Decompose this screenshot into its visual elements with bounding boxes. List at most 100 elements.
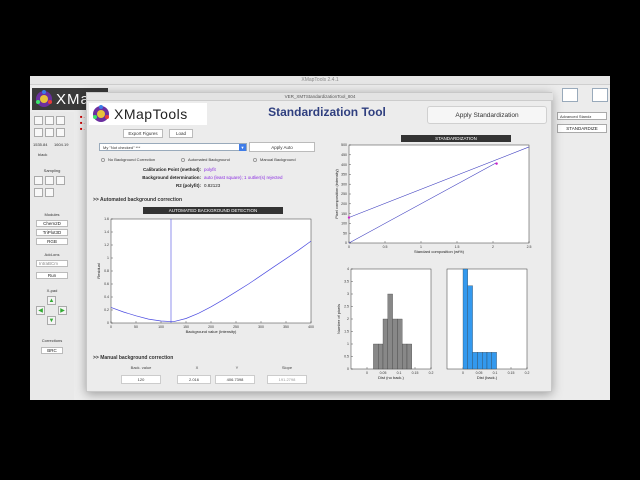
main-window-titlebar[interactable]: XMapTools 2.4.1 — [30, 76, 610, 85]
y-tick-label: 0 — [347, 367, 349, 371]
toolbar-button[interactable] — [562, 88, 578, 102]
radio-label: Manual Background — [260, 157, 296, 162]
line-sampling-icon[interactable] — [34, 176, 43, 185]
radio-automated-background[interactable]: Automated Background — [181, 157, 230, 162]
slope-input[interactable]: 191.2798 — [267, 375, 307, 384]
apply-standardization-button[interactable]: Apply Standardization — [427, 106, 547, 124]
rgb-button[interactable]: RGB — [36, 238, 68, 245]
value-left[interactable]: 1535.84 — [33, 142, 47, 147]
chart-title: AUTOMATED BACKGROUND DETECTION — [143, 207, 283, 214]
x-axis-label: Background value (Intensity) — [186, 329, 237, 334]
toolbar-button[interactable] — [592, 88, 608, 102]
main-logo-text: XMa — [56, 91, 90, 108]
hist-no-back-chart[interactable]: 0 0.05 0.1 0.15 0.200.511.522.533.54Dist (no… — [331, 265, 443, 387]
chem2d-button[interactable]: Chem2D — [36, 220, 68, 227]
left-content: My "Not checked" *** ▼ Apply Auto No Bac… — [91, 139, 327, 383]
chevron-down-icon: ▼ — [239, 144, 246, 151]
histogram-bar — [467, 285, 473, 370]
advanced-standz-dropdown[interactable]: Advanced Standz — [557, 112, 607, 120]
left-tool-panel: 1535.84 1604.19 black Sampling Modules C… — [30, 112, 74, 400]
auto-section-title: >> Automated background correction — [93, 197, 182, 203]
arrow-right-icon[interactable]: ▶ — [58, 306, 67, 315]
hist-back-chart[interactable]: 0 0.05 0.1 0.15 0.2Dist (back.) — [439, 265, 551, 387]
y-tick-label: 1 — [107, 256, 109, 260]
radio-no-background[interactable]: No Background Correction — [101, 157, 155, 162]
y-tick-label: 0 — [107, 321, 109, 325]
apply-auto-button[interactable]: Apply Auto — [249, 142, 315, 152]
y-tick-label: 50 — [343, 231, 347, 235]
x-tick-label: 50 — [134, 325, 138, 329]
y-tick-label: 400 — [341, 163, 347, 167]
back-value-input[interactable]: 120 — [121, 375, 161, 384]
tab-export-figures[interactable]: Export Figures — [123, 129, 163, 138]
radio-manual-background[interactable]: Manual Background — [253, 157, 296, 162]
xmaptools-logo-icon — [36, 90, 52, 107]
addons-label: Add-ons — [44, 252, 60, 257]
standardization-dialog: VER_XMTStandardizationTool_804 XMapTools… — [86, 92, 553, 392]
histogram-bar — [387, 293, 393, 370]
histogram-bar — [392, 318, 398, 370]
r2-label: R2 (polyfit): — [176, 183, 201, 188]
r2-row: R2 (polyfit): 0.82123 — [111, 183, 311, 188]
y-tick-label: 3 — [347, 292, 349, 296]
data-point — [495, 162, 498, 165]
radio-label: No Background Correction — [108, 157, 156, 162]
addons-dropdown[interactable]: IntraBCm — [36, 260, 68, 267]
pan-tool-icon[interactable] — [56, 116, 65, 125]
dialog-title: VER_XMTStandardizationTool_804 — [284, 94, 356, 99]
polygon-sampling-icon[interactable] — [45, 188, 54, 197]
brc-button[interactable]: BRC — [41, 347, 63, 354]
background-label: Background determination: — [142, 175, 201, 180]
arrow-left-icon[interactable]: ◀ — [36, 306, 45, 315]
calibration-point-value: polyfit — [204, 167, 216, 172]
area-sampling-icon[interactable] — [34, 188, 43, 197]
y-tick-label: 250 — [341, 192, 347, 196]
y-tick-label: 2 — [347, 317, 349, 321]
main-window-title: XMapTools 2.4.1 — [301, 77, 339, 83]
x-tick-label: 2 — [492, 245, 494, 249]
x-input[interactable]: 2.016 — [177, 375, 211, 384]
page-title: Standardization Tool — [268, 105, 386, 119]
tab-load[interactable]: Load — [169, 129, 193, 138]
radio-label: Automated Background — [188, 157, 230, 162]
background-row: Background determination: auto (least squ… — [111, 175, 341, 180]
pointer-tool-icon[interactable] — [34, 116, 43, 125]
mode-dropdown-value: My "Not checked" *** — [103, 145, 141, 150]
x-tick-label: 0 — [366, 371, 368, 375]
link-sampling-icon[interactable] — [56, 176, 65, 185]
standardize-button[interactable]: STANDARDIZE — [557, 124, 607, 133]
zoom-tool-icon[interactable] — [45, 116, 54, 125]
radio-icon — [181, 157, 185, 162]
pencil-sampling-icon[interactable] — [45, 176, 54, 185]
addons-run-button[interactable]: Run — [36, 272, 68, 279]
select-tool-icon[interactable] — [34, 128, 43, 137]
manual-section-title: >> Manual background correction — [93, 355, 174, 361]
right-content: STANDARDIZATION 0 0.5 1 1.5 2 2.5 0 50 100 150 200… — [331, 129, 551, 389]
histogram-bar — [477, 352, 483, 370]
settings-tool-icon[interactable] — [56, 128, 65, 137]
histogram-bar — [482, 352, 488, 370]
manual-label-slope: Slope — [281, 365, 293, 370]
y-input[interactable]: 406.7398 — [215, 375, 255, 384]
standardization-chart[interactable]: 0 0.5 1 1.5 2 2.50501001502002503003504004505… — [331, 143, 551, 261]
export-tool-icon[interactable] — [45, 128, 54, 137]
x-axis-label: Standard composition (wt%) — [414, 249, 465, 254]
x-tick-label: 400 — [308, 325, 314, 329]
x-tick-label: 350 — [283, 325, 289, 329]
mode-dropdown[interactable]: My "Not checked" *** ▼ — [99, 143, 247, 151]
manual-label-y: Y — [235, 365, 239, 370]
triplot3d-button[interactable]: TriPlot3D — [36, 229, 68, 236]
arrow-down-icon[interactable]: ▼ — [47, 316, 56, 325]
value-right[interactable]: 1604.19 — [54, 142, 68, 147]
y-tick-label: 1.5 — [344, 330, 349, 334]
dialog-titlebar[interactable]: VER_XMTStandardizationTool_804 — [87, 93, 553, 101]
arrow-up-icon[interactable]: ▲ — [47, 296, 56, 305]
y-tick-label: 0.4 — [104, 295, 109, 299]
background-value: auto (least square); 1 outlier(s) reject… — [204, 175, 283, 180]
histogram-bar — [491, 352, 497, 370]
x-tick-label: 300 — [258, 325, 264, 329]
y-tick-label: 1.4 — [104, 230, 109, 234]
y-tick-label: 0.8 — [104, 269, 109, 273]
background-residual-chart[interactable]: 0 50 100 150 200 250 300 350 40000.20.40.60.811.… — [91, 215, 327, 339]
black-checkbox-label[interactable]: black — [38, 152, 47, 157]
